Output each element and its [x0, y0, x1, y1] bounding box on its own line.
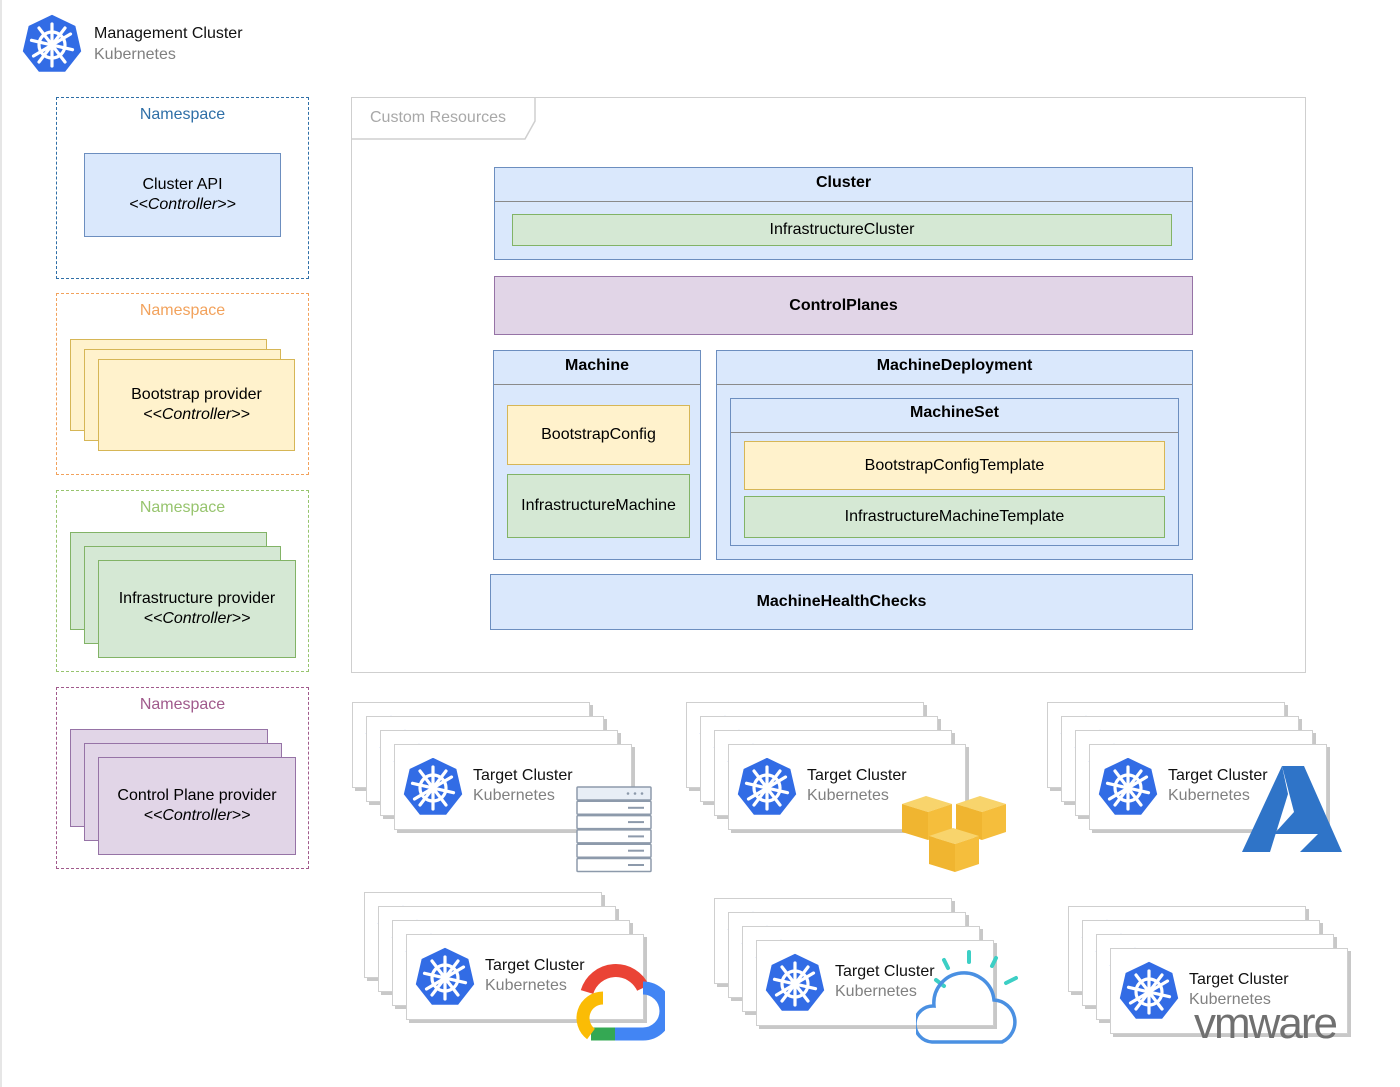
aws-icon [900, 786, 1010, 874]
cluster-title: Cluster [815, 174, 872, 191]
cluster-api-controller[interactable]: Cluster API <<Controller>> [84, 153, 281, 237]
bootstrap-config-resource[interactable]: BootstrapConfig [507, 405, 690, 465]
infrastructure-machine-template-resource[interactable]: InfrastructureMachineTemplate [744, 496, 1165, 538]
namespace-label: Namespace [139, 696, 226, 713]
controller-stereotype: <<Controller>> [129, 196, 236, 213]
page-border [0, 0, 2, 1087]
controller-title: Bootstrap provider [131, 386, 262, 403]
namespace-label: Namespace [139, 302, 226, 319]
target-cluster-subtitle: Kubernetes [807, 787, 889, 804]
namespace-label: Namespace [139, 499, 226, 516]
bootstrap-config-template-resource[interactable]: BootstrapConfigTemplate [744, 441, 1165, 490]
machine-deployment-title: MachineDeployment [876, 357, 1033, 374]
kubernetes-icon [401, 755, 465, 824]
divider [731, 432, 1178, 433]
target-cluster-title: Target Cluster [1189, 971, 1289, 988]
divider [717, 384, 1192, 385]
target-cluster-subtitle: Kubernetes [473, 787, 555, 804]
machine-title: Machine [564, 357, 629, 374]
control-plane-provider-controller[interactable]: Control Plane provider <<Controller>> [98, 757, 296, 855]
target-cluster-subtitle: Kubernetes [1168, 787, 1250, 804]
management-cluster-subtitle: Kubernetes [94, 46, 176, 63]
target-cluster-title: Target Cluster [473, 767, 573, 784]
controller-stereotype: <<Controller>> [143, 610, 251, 627]
target-cluster-title: Target Cluster [807, 767, 907, 784]
infrastructure-machine-resource[interactable]: InfrastructureMachine [507, 474, 690, 538]
controller-stereotype: <<Controller>> [143, 807, 251, 824]
kubernetes-icon [763, 951, 827, 1020]
target-cluster-subtitle: Kubernetes [835, 983, 917, 1000]
control-planes-resource[interactable]: ControlPlanes [494, 276, 1193, 335]
divider [495, 201, 1192, 202]
controller-title: Control Plane provider [117, 787, 277, 804]
machine-health-checks-resource[interactable]: MachineHealthChecks [490, 574, 1193, 630]
divider [494, 384, 700, 385]
controller-title: Infrastructure provider [118, 590, 276, 607]
controller-stereotype: <<Controller>> [143, 406, 250, 423]
kubernetes-icon [735, 755, 799, 824]
vmware-logo: vmware [1194, 999, 1338, 1048]
google-cloud-icon [565, 962, 673, 1042]
azure-icon [1242, 764, 1342, 854]
kubernetes-icon [413, 945, 477, 1014]
kubernetes-icon [1117, 959, 1181, 1028]
management-cluster-title: Management Cluster [94, 25, 243, 42]
kubernetes-icon [1096, 755, 1160, 824]
target-cluster-subtitle: Kubernetes [485, 977, 567, 994]
bootstrap-provider-controller[interactable]: Bootstrap provider <<Controller>> [98, 359, 295, 451]
machine-set-title: MachineSet [910, 404, 999, 421]
ibm-cloud-icon [913, 950, 1028, 1046]
custom-resources-label: Custom Resources [370, 109, 507, 126]
server-rack-icon [576, 786, 652, 874]
infrastructure-cluster-resource[interactable]: InfrastructureCluster [512, 214, 1172, 246]
controller-title: Cluster API [142, 176, 223, 193]
kubernetes-icon [20, 12, 84, 76]
infrastructure-provider-controller[interactable]: Infrastructure provider <<Controller>> [98, 560, 296, 658]
namespace-label: Namespace [139, 106, 226, 123]
